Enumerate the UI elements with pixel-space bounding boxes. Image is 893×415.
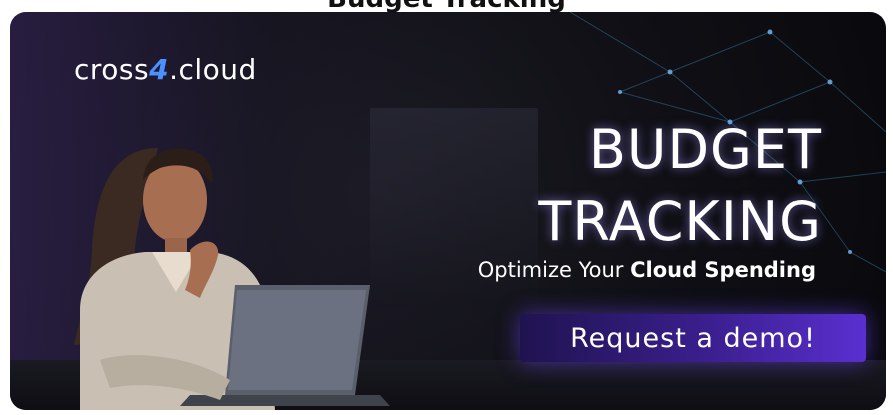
- headline-line-2: TRACKING: [538, 190, 822, 253]
- subline-bold: Cloud Spending: [630, 258, 816, 282]
- request-demo-button[interactable]: Request a demo!: [520, 314, 866, 362]
- logo-suffix: .cloud: [169, 52, 257, 86]
- cross4cloud-logo: cross 4 .cloud: [74, 52, 257, 86]
- logo-prefix: cross: [74, 52, 150, 86]
- budget-tracking-banner[interactable]: cross 4 .cloud BUDGET TRACKING Optimize Yo…: [10, 12, 886, 410]
- headline-line-1: BUDGET: [588, 118, 822, 181]
- subline-regular: Optimize Your: [477, 258, 624, 282]
- logo-four: 4: [149, 52, 170, 86]
- subline: Optimize Your Cloud Spending: [478, 258, 816, 282]
- woman-with-laptop-illustration: [74, 148, 390, 410]
